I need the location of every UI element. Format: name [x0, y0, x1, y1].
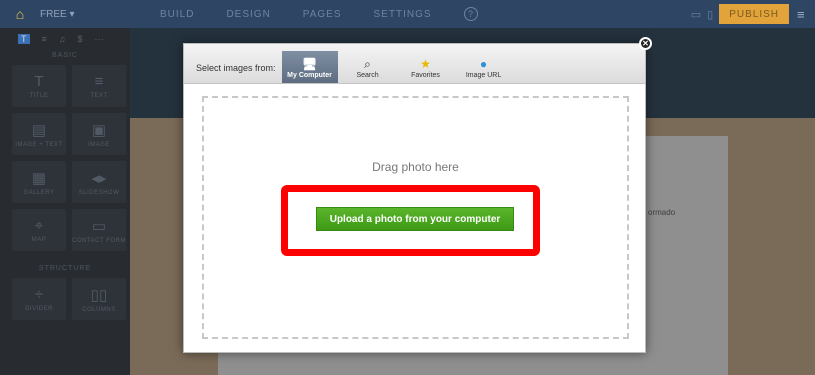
element-label: MAP [31, 237, 47, 243]
element-text[interactable]: ≡ TEXT [72, 65, 126, 107]
tab-layout-elements[interactable]: ≡ [42, 34, 47, 44]
mobile-view-icon[interactable]: ▯ [707, 8, 713, 21]
image-icon: ▣ [91, 121, 107, 139]
top-right-controls: ▭ ▯ PUBLISH ≡ [691, 0, 815, 28]
element-label: TITLE [29, 93, 49, 99]
element-label: TEXT [90, 93, 108, 99]
basic-elements-grid: T TITLE ≡ TEXT ▤ IMAGE + TEXT ▣ IMAGE ▦ GALLE… [0, 59, 130, 257]
tab-image-url[interactable]: ● Image URL [456, 51, 512, 83]
element-label: IMAGE + TEXT [15, 141, 63, 148]
tab-text-elements[interactable]: T [18, 34, 30, 44]
element-image-text[interactable]: ▤ IMAGE + TEXT [12, 113, 66, 155]
element-label: DIVIDER [25, 306, 53, 312]
elements-sidebar: T ≡ ♫ $ ··· BASIC T TITLE ≡ TEXT ▤ IMAGE + … [0, 28, 130, 375]
divider-icon: ÷ [34, 286, 44, 303]
top-toolbar: ⌂ FREE ▾ BUILD DESIGN PAGES SETTINGS ? ▭… [0, 0, 815, 28]
tab-label: Image URL [465, 72, 502, 79]
element-title[interactable]: T TITLE [12, 65, 66, 107]
element-map[interactable]: ⌖ MAP [12, 209, 66, 251]
text-icon: ≡ [94, 73, 104, 90]
contact-form-icon: ▭ [91, 217, 107, 235]
background-text: ormado [648, 208, 676, 217]
image-text-icon: ▤ [31, 121, 47, 139]
tab-favorites[interactable]: ★ Favorites [398, 51, 454, 83]
plan-dropdown[interactable]: FREE ▾ [40, 9, 140, 20]
title-icon: T [34, 73, 44, 90]
map-icon: ⌖ [34, 217, 44, 234]
tab-commerce-elements[interactable]: $ [78, 34, 83, 44]
nav-build[interactable]: BUILD [160, 9, 194, 20]
logo-icon[interactable]: ⌂ [0, 0, 40, 28]
main-nav: BUILD DESIGN PAGES SETTINGS [160, 9, 464, 20]
menu-icon[interactable]: ≡ [797, 7, 811, 22]
highlight-box [281, 185, 540, 256]
nav-pages[interactable]: PAGES [303, 9, 342, 20]
element-contact-form[interactable]: ▭ CONTACT FORM [72, 209, 126, 251]
tab-label: Search [356, 72, 379, 79]
close-icon[interactable]: ✕ [639, 37, 652, 50]
sidebar-tabs: T ≡ ♫ $ ··· [0, 28, 130, 44]
element-slideshow[interactable]: ◂▸ SLIDESHOW [72, 161, 126, 203]
slideshow-icon: ◂▸ [91, 169, 107, 187]
star-icon: ★ [420, 57, 431, 71]
section-basic-heading: BASIC [51, 52, 78, 59]
globe-icon: ● [479, 57, 488, 71]
search-icon: ⌕ [364, 57, 371, 71]
publish-button[interactable]: PUBLISH [719, 4, 789, 24]
structure-elements-grid: ÷ DIVIDER ▯▯ COLUMNS [0, 272, 130, 326]
element-image[interactable]: ▣ IMAGE [72, 113, 126, 155]
tab-search[interactable]: ⌕ Search [340, 51, 396, 83]
tab-my-computer[interactable]: 🖥 My Computer [281, 51, 338, 83]
gallery-icon: ▦ [31, 169, 47, 187]
element-label: IMAGE [88, 141, 110, 148]
tab-label: Favorites [411, 72, 440, 79]
columns-icon: ▯▯ [90, 286, 108, 304]
tab-more-elements[interactable]: ··· [95, 34, 104, 44]
select-images-label: Select images from: [196, 63, 276, 73]
drag-photo-text: Drag photo here [372, 160, 459, 174]
tab-label: My Computer [287, 72, 332, 79]
tab-media-elements[interactable]: ♫ [59, 34, 66, 44]
element-label: CONTACT FORM [72, 237, 126, 244]
dialog-source-bar: Select images from: 🖥 My Computer ⌕ Search… [184, 44, 645, 84]
element-columns[interactable]: ▯▯ COLUMNS [72, 278, 126, 320]
nav-design[interactable]: DESIGN [226, 9, 270, 20]
element-label: GALLERY [23, 189, 55, 196]
nav-settings[interactable]: SETTINGS [374, 9, 432, 20]
section-structure-heading: STRUCTURE [38, 265, 92, 272]
computer-icon: 🖥 [301, 57, 318, 71]
element-gallery[interactable]: ▦ GALLERY [12, 161, 66, 203]
element-label: COLUMNS [82, 306, 116, 313]
element-label: SLIDESHOW [78, 189, 120, 196]
element-divider[interactable]: ÷ DIVIDER [12, 278, 66, 320]
help-icon[interactable]: ? [463, 7, 478, 21]
desktop-view-icon[interactable]: ▭ [691, 8, 701, 21]
